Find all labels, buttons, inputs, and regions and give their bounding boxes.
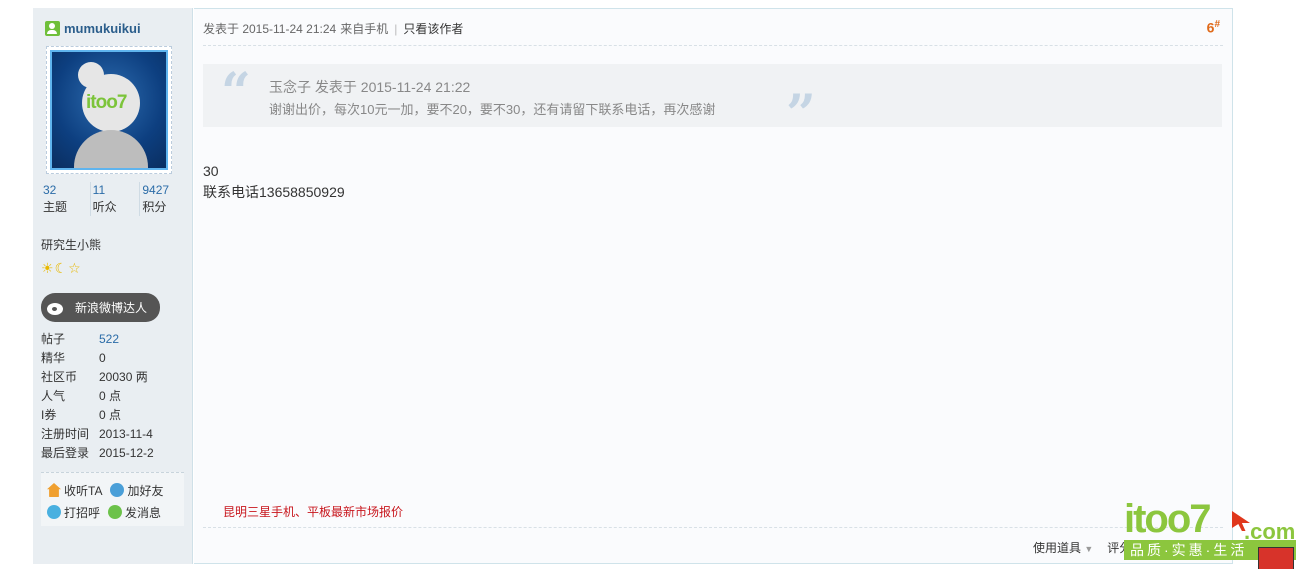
- info-value: 0 点: [99, 389, 122, 403]
- weibo-talent-badge[interactable]: 新浪微博达人: [41, 293, 160, 322]
- info-row-coins: 社区币 20030 两: [41, 368, 154, 387]
- post-body: 发表于 2015-11-24 21:24 来自手机 | 只看该作者 6# “ 玉…: [194, 8, 1233, 564]
- stat-threads[interactable]: 32 主题: [41, 182, 90, 216]
- avatar-image[interactable]: itoo7: [50, 50, 168, 170]
- footer-divider: [203, 527, 1223, 528]
- info-key: I券: [41, 408, 57, 422]
- badge-label: 新浪微博达人: [75, 301, 148, 315]
- info-row-coupons: I券 0 点: [41, 406, 154, 425]
- info-key: 帖子: [41, 332, 66, 346]
- author-stats: 32 主题 11 听众 9427 积分: [41, 182, 189, 216]
- stat-points[interactable]: 9427 积分: [139, 182, 189, 216]
- user-info-table: 帖子 522 精华 0 社区币 20030 两 人气 0 点 I券 0 点 注册…: [41, 330, 154, 463]
- content-line: 30: [203, 163, 219, 179]
- user-rank-title: 研究生小熊: [41, 238, 102, 252]
- author-sidebar: mumukuikui itoo7 32 主题 11 听众 9427 积分 研究生…: [33, 8, 193, 564]
- add-friend-label: 加好友: [127, 483, 164, 498]
- only-author-link[interactable]: 只看该作者: [403, 20, 463, 37]
- stat-value[interactable]: 9427: [142, 182, 189, 198]
- post-time: 发表于 2015-11-24 21:24: [203, 22, 337, 36]
- info-value: 0: [99, 351, 106, 365]
- info-key: 注册时间: [41, 427, 90, 441]
- send-message-label: 发消息: [125, 505, 162, 520]
- avatar-logo-text: itoo7: [86, 92, 127, 113]
- post-content: 30 联系电话13658850929: [203, 161, 345, 203]
- info-row-popularity: 人气 0 点: [41, 387, 154, 406]
- message-icon: [108, 505, 123, 519]
- logo-main: itoo7: [1124, 497, 1212, 541]
- post-source: 来自手机: [340, 22, 389, 36]
- stat-value[interactable]: 11: [93, 182, 140, 198]
- info-value: 20030 两: [99, 370, 148, 384]
- greet-button[interactable]: 打招呼: [47, 504, 100, 521]
- info-key: 人气: [41, 389, 66, 403]
- quote-close-icon: ”: [786, 84, 816, 145]
- info-row-posts: 帖子 522: [41, 330, 154, 349]
- info-key: 社区币: [41, 370, 78, 384]
- actions-row: 打招呼 发消息: [47, 501, 184, 523]
- avatar-body: [74, 130, 148, 168]
- add-friend-icon: [110, 483, 125, 497]
- info-value: 2013-11-4: [99, 427, 153, 441]
- stat-label: 听众: [92, 200, 117, 214]
- rank-icons: ☀ ☾ ☆: [41, 260, 81, 276]
- user-icon: [45, 20, 60, 36]
- home-icon: [47, 483, 61, 497]
- floor-number[interactable]: 6#: [1207, 19, 1220, 36]
- header-separator: |: [394, 21, 398, 36]
- quote-open-icon: “: [221, 62, 251, 123]
- chevron-down-icon: ▼: [1084, 544, 1094, 554]
- floor-mark: #: [1214, 19, 1220, 30]
- weibo-icon: [47, 299, 69, 317]
- stat-value[interactable]: 32: [43, 182, 90, 198]
- stat-label: 主题: [43, 200, 68, 214]
- sun-icon: ☀: [41, 260, 54, 276]
- info-row-last-login: 最后登录 2015-12-2: [41, 444, 154, 463]
- follow-label: 收听TA: [64, 483, 103, 498]
- content-line: 联系电话13658850929: [203, 184, 345, 200]
- author-name[interactable]: mumukuikui: [64, 21, 141, 36]
- send-message-button[interactable]: 发消息: [108, 504, 161, 521]
- follow-button[interactable]: 收听TA: [47, 482, 102, 499]
- header-divider: [203, 45, 1223, 46]
- info-row-digest: 精华 0: [41, 349, 154, 368]
- add-friend-button[interactable]: 加好友: [110, 482, 163, 499]
- author-name-row[interactable]: mumukuikui: [45, 20, 141, 36]
- info-value[interactable]: 522: [99, 330, 119, 349]
- quote-block: “ 玉念子 发表于 2015-11-24 21:22 谢谢出价，每次10元一加，…: [203, 62, 1222, 145]
- greet-icon: [47, 505, 61, 519]
- quote-text: 谢谢出价，每次10元一加，要不20，要不30，还有请留下联系电话，再次感谢: [269, 102, 716, 117]
- stat-label: 积分: [142, 200, 167, 214]
- info-key: 精华: [41, 351, 66, 365]
- info-value: 0 点: [99, 408, 122, 422]
- info-value: 2015-12-2: [99, 446, 154, 460]
- quote-meta: 玉念子 发表于 2015-11-24 21:22: [269, 79, 471, 95]
- use-tool-button[interactable]: 使用道具 ▼: [1033, 539, 1093, 556]
- info-row-registered: 注册时间 2013-11-4: [41, 425, 154, 444]
- avatar[interactable]: itoo7: [46, 46, 172, 174]
- moon-icon: ☾: [54, 260, 68, 276]
- star-icon: ☆: [68, 260, 81, 276]
- corner-avatar[interactable]: [1258, 547, 1294, 569]
- stat-followers[interactable]: 11 听众: [89, 182, 140, 216]
- greet-label: 打招呼: [64, 505, 101, 520]
- user-actions: 收听TA 加好友 打招呼 发消息: [41, 472, 184, 526]
- actions-row: 收听TA 加好友: [47, 479, 184, 501]
- post-header: 发表于 2015-11-24 21:24 来自手机 | 只看该作者: [203, 20, 463, 37]
- post-tools: 使用道具 ▼ 评分: [1033, 539, 1131, 556]
- ad-link[interactable]: 昆明三星手机、平板最新市场报价: [223, 503, 403, 520]
- info-key: 最后登录: [41, 446, 90, 460]
